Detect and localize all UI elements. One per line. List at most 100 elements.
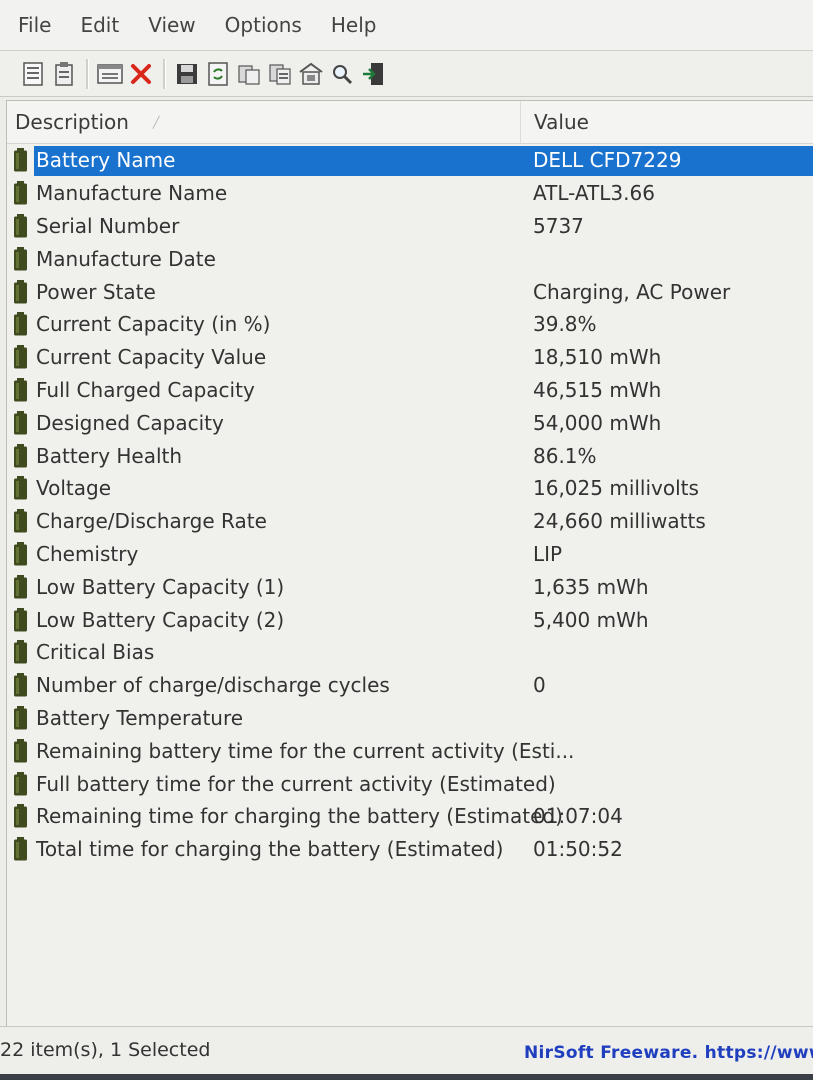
delete-icon[interactable] [128, 60, 154, 88]
toolbar [0, 51, 813, 97]
row-description-cell: Charge/Discharge Rate [13, 505, 267, 538]
row-description: Current Capacity (in %) [36, 312, 271, 337]
status-bar: 22 item(s), 1 Selected NirSoft Freeware.… [0, 1026, 813, 1075]
row-description-cell: Current Capacity (in %) [13, 308, 270, 341]
menu-view[interactable]: View [146, 11, 197, 39]
save-icon[interactable] [174, 60, 200, 88]
table-row[interactable]: Charge/Discharge Rate 24,660 milliwatts [7, 505, 813, 538]
refresh-icon[interactable] [205, 60, 231, 88]
row-description: Battery Health [36, 443, 183, 468]
row-value: DELL CFD7229 [533, 148, 682, 173]
sort-arrow-icon: ╱ [152, 115, 160, 129]
menu-bar: File Edit View Options Help [0, 0, 813, 51]
row-description: Chemistry [36, 541, 139, 566]
row-value: 5737 [533, 213, 584, 238]
nirsoft-link[interactable]: NirSoft Freeware. https://www [524, 1043, 813, 1063]
row-value: 01:07:04 [533, 804, 623, 829]
advanced-options-icon[interactable] [298, 60, 324, 88]
row-description-cell: Chemistry [13, 538, 138, 571]
table-row[interactable]: Battery Temperature [7, 702, 813, 735]
table-row[interactable]: Manufacture Date [7, 242, 813, 275]
table-row[interactable]: Low Battery Capacity (1) 1,635 mWh [7, 570, 813, 603]
battery-icon [14, 181, 27, 205]
table-row[interactable]: Remaining battery time for the current a… [7, 734, 813, 767]
row-description-cell: Battery Health [13, 439, 182, 472]
table-row[interactable]: Current Capacity (in %) 39.8% [7, 308, 813, 341]
row-description-cell: Power State [13, 275, 156, 308]
row-description: Voltage [36, 476, 112, 501]
html-report-icon[interactable] [20, 60, 46, 88]
row-description: Remaining battery time for the current a… [36, 738, 575, 763]
battery-icon [14, 574, 27, 599]
menu-options[interactable]: Options [223, 11, 304, 39]
battery-icon [14, 607, 27, 632]
column-header-value-label: Value [534, 110, 589, 134]
battery-icon [14, 377, 27, 402]
table-row[interactable]: Total time for charging the battery (Est… [7, 833, 813, 866]
table-row[interactable]: Critical Bias [7, 636, 813, 669]
row-description: Designed Capacity [36, 410, 224, 435]
column-header-description[interactable]: Description ╱ [15, 101, 521, 143]
row-description: Manufacture Date [36, 246, 216, 271]
row-value: 16,025 millivolts [533, 476, 699, 501]
row-description-cell: Full battery time for the current activi… [13, 767, 556, 800]
selected-report-icon[interactable] [51, 60, 77, 88]
row-description: Number of charge/discharge cycles [36, 673, 390, 698]
row-description-cell: Current Capacity Value [13, 341, 266, 374]
row-description-cell: Full Charged Capacity [13, 374, 255, 407]
table-row[interactable]: Low Battery Capacity (2) 5,400 mWh [7, 603, 813, 636]
row-description: Battery Name [36, 148, 176, 173]
table-row[interactable]: Battery Health 86.1% [7, 439, 813, 472]
copy-icon[interactable] [236, 60, 262, 88]
battery-icon [14, 213, 27, 238]
row-description: Current Capacity Value [36, 345, 267, 370]
battery-icon [14, 476, 27, 500]
column-header-value[interactable]: Value [534, 101, 813, 143]
row-description: Full Charged Capacity [36, 377, 255, 402]
menu-file[interactable]: File [16, 11, 53, 39]
table-row[interactable]: Power State Charging, AC Power [7, 275, 813, 308]
table-row[interactable]: Chemistry LIP [7, 538, 813, 571]
table-row[interactable]: Voltage 16,025 millivolts [7, 472, 813, 505]
row-description: Charge/Discharge Rate [36, 509, 267, 534]
toolbar-separator [86, 58, 89, 89]
row-description-cell: Manufacture Name [13, 177, 227, 210]
row-description: Low Battery Capacity (2) [36, 607, 285, 632]
exit-icon[interactable] [360, 60, 386, 88]
table-row[interactable]: Full battery time for the current activi… [7, 767, 813, 800]
battery-info-list[interactable]: Description ╱ Value Battery Name DELL CFD… [6, 100, 813, 1026]
battery-icon [14, 509, 27, 533]
copy-all-icon[interactable] [267, 60, 293, 88]
menu-edit[interactable]: Edit [78, 11, 121, 39]
properties-icon[interactable] [97, 60, 123, 88]
battery-icon [14, 312, 27, 336]
battery-icon [14, 640, 27, 664]
battery-icon [14, 804, 27, 828]
battery-icon [14, 771, 27, 796]
list-header: Description ╱ Value [7, 101, 813, 144]
row-description: Total time for charging the battery (Est… [36, 837, 504, 862]
toolbar-separator [163, 58, 166, 89]
row-description-cell: Low Battery Capacity (1) [13, 570, 284, 603]
row-description-cell: Manufacture Date [13, 242, 216, 275]
table-row[interactable]: Current Capacity Value 18,510 mWh [7, 341, 813, 374]
table-row[interactable]: Battery Name DELL CFD7229 [7, 144, 813, 177]
row-description-cell: Battery Name [13, 144, 175, 177]
menu-help[interactable]: Help [329, 11, 379, 39]
battery-info-window: File Edit View Options Help Description … [0, 0, 813, 1080]
window-bottom-edge [0, 1074, 813, 1080]
table-row[interactable]: Serial Number 5737 [7, 210, 813, 243]
row-description-cell: Battery Temperature [13, 702, 243, 735]
row-description-cell: Number of charge/discharge cycles [13, 669, 390, 702]
table-row[interactable]: Remaining time for charging the battery … [7, 800, 813, 833]
battery-icon [14, 673, 27, 697]
table-row[interactable]: Number of charge/discharge cycles 0 [7, 669, 813, 702]
table-row[interactable]: Full Charged Capacity 46,515 mWh [7, 374, 813, 407]
table-row[interactable]: Manufacture Name ATL-ATL3.66 [7, 177, 813, 210]
row-description: Low Battery Capacity (1) [36, 574, 285, 599]
battery-icon [14, 279, 27, 304]
find-icon[interactable] [329, 60, 355, 88]
battery-icon [14, 148, 27, 172]
table-row[interactable]: Designed Capacity 54,000 mWh [7, 406, 813, 439]
battery-icon [14, 705, 27, 730]
